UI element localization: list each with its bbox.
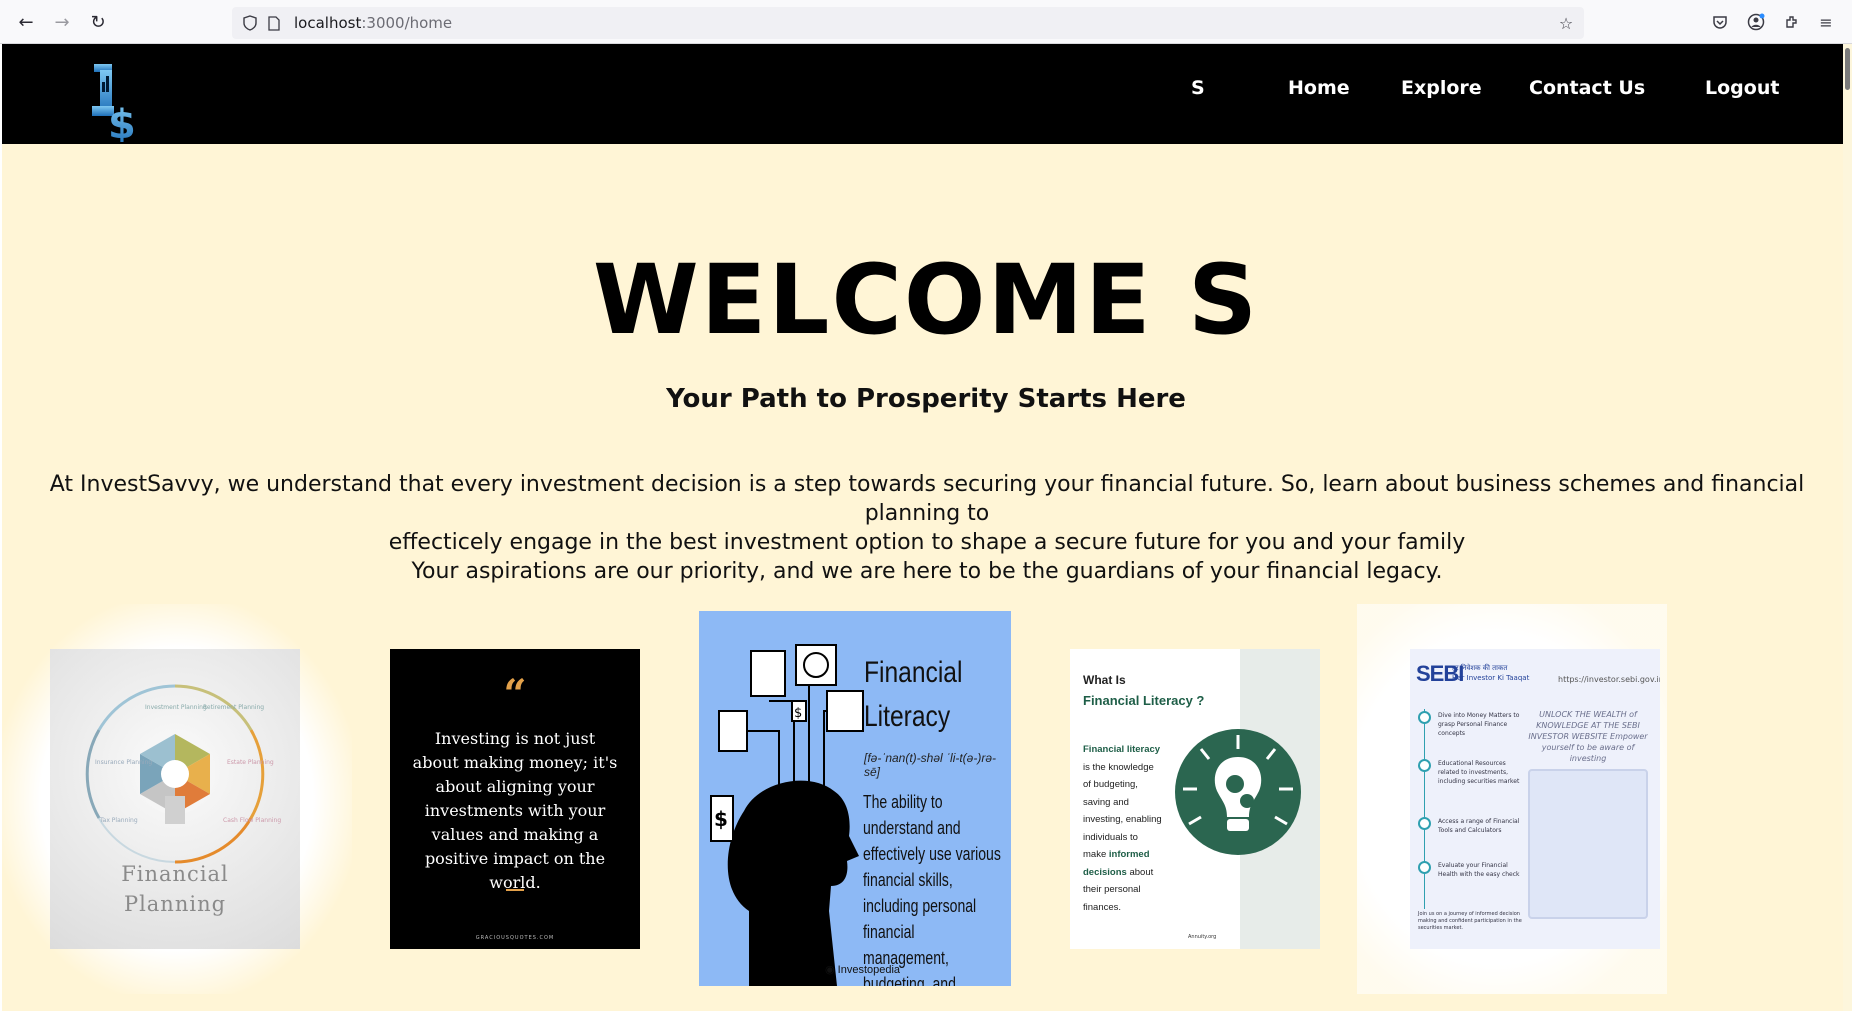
- definition: The ability to understand and effectivel…: [863, 792, 1001, 986]
- what-is-financial-literacy-image[interactable]: What Is Financial Literacy ? Financial l…: [1070, 649, 1320, 949]
- card4-body: Financial literacy is the knowledge of b…: [1083, 744, 1162, 913]
- sebi-step: Educational Resources related to investm…: [1438, 760, 1520, 785]
- svg-text:$: $: [714, 807, 728, 831]
- bookmark-star-icon[interactable]: ☆: [1556, 13, 1576, 33]
- segment-label: Tax Planning: [99, 817, 138, 824]
- main-content: WELCOME S Your Path to Prosperity Starts…: [2, 144, 1843, 1011]
- forward-arrow-icon[interactable]: →: [50, 10, 74, 34]
- nav-home[interactable]: Home: [1288, 77, 1350, 99]
- back-arrow-icon[interactable]: ←: [14, 10, 38, 34]
- nav-explore[interactable]: Explore: [1401, 77, 1482, 99]
- intro-line: Your aspirations are our priority, and w…: [411, 559, 1443, 584]
- card4-question: What Is: [1083, 673, 1126, 687]
- card1-title: Planning: [124, 892, 226, 916]
- quote-source: GRACIOUSQUOTES.COM: [475, 935, 555, 941]
- shield-icon[interactable]: [240, 13, 260, 33]
- intro-line: At InvestSavvy, we understand that every…: [49, 472, 1805, 526]
- investing-quote-image[interactable]: “ Investing is not just about making mon…: [390, 649, 640, 949]
- sebi-step: Evaluate your Financial Health with the …: [1438, 862, 1520, 878]
- financial-planning-image[interactable]: Investment Planning Retirement Planning …: [50, 649, 300, 949]
- browser-toolbar: ← → ↻ localhost:3000/home ☆ ≡: [0, 0, 1852, 44]
- pronunciation: [fə-ˈnan(t)-shəl ˈli-t(ə-)rə-sē]: [864, 751, 997, 779]
- extensions-icon[interactable]: [1782, 12, 1802, 32]
- url-bar[interactable]: localhost:3000/home ☆: [232, 7, 1584, 39]
- sebi-step: Dive into Money Matters to grasp Persona…: [1438, 712, 1520, 737]
- scrollbar-thumb[interactable]: [1845, 48, 1850, 90]
- timeline-dot: [1418, 711, 1431, 724]
- card1-title: Financial: [121, 862, 229, 886]
- segment-label: Insurance Planning: [95, 759, 152, 766]
- timeline-dot: [1418, 759, 1431, 772]
- segment-label: Investment Planning: [145, 704, 207, 711]
- url-text[interactable]: localhost:3000/home: [294, 14, 452, 32]
- svg-text:$: $: [794, 706, 802, 721]
- sebi-url: https://investor.sebi.gov.in: [1558, 675, 1660, 684]
- quote-text: Investing is not just about making money…: [412, 729, 618, 892]
- nav-logout[interactable]: Logout: [1705, 77, 1779, 99]
- nav-contact-us[interactable]: Contact Us: [1529, 77, 1645, 99]
- segment-label: Retirement Planning: [203, 704, 264, 711]
- sebi-tagline: हर निवेशक की ताकत Har Investor Ki Taaqat: [1452, 664, 1530, 682]
- account-icon[interactable]: [1746, 12, 1766, 32]
- sebi-headline: UNLOCK THE WEALTH of KNOWLEDGE AT THE SE…: [1528, 710, 1648, 763]
- sebi-investor-image[interactable]: SEBI हर निवेशक की ताकत Har Investor Ki Ta…: [1410, 649, 1660, 949]
- reload-icon[interactable]: ↻: [86, 10, 110, 34]
- welcome-heading: WELCOME S: [592, 244, 1260, 356]
- lightbulb-circle: [1175, 729, 1301, 855]
- pocket-icon[interactable]: [1710, 12, 1730, 32]
- card3-title: Financial Literacy: [864, 656, 963, 733]
- card4-question: Financial Literacy ?: [1083, 693, 1205, 708]
- quote-divider: [506, 889, 524, 891]
- website-screenshot-illustration: [1528, 769, 1648, 919]
- annuity-brand: Annuity.org: [1188, 934, 1217, 940]
- timeline-dot: [1418, 861, 1431, 874]
- page-icon: [264, 13, 284, 33]
- financial-literacy-definition-image[interactable]: $ $ Financial Literacy [fə-ˈnan(t)-shəl …: [699, 611, 1011, 986]
- site-header: $ S Home Explore Contact Us Logout: [2, 44, 1843, 148]
- intro-paragraph: At InvestSavvy, we understand that every…: [22, 470, 1832, 586]
- intro-line: effecticely engage in the best investmen…: [388, 530, 1466, 555]
- sebi-footer: Join us on a journey of informed decisio…: [1418, 911, 1522, 931]
- quote-icon: “: [503, 671, 527, 718]
- image-gallery: Investment Planning Retirement Planning …: [2, 604, 1667, 994]
- segment-label: Cash Flow Planning: [223, 817, 281, 824]
- tagline: Your Path to Prosperity Starts Here: [666, 384, 1186, 414]
- timeline-dot: [1418, 817, 1431, 830]
- segment-label: Estate Planning: [227, 759, 274, 766]
- svg-text:$: $: [108, 102, 136, 142]
- nav-user-initial[interactable]: S: [1191, 77, 1205, 99]
- sebi-step: Access a range of Financial Tools and Ca…: [1438, 818, 1520, 834]
- page-scrollbar[interactable]: [1843, 44, 1852, 1011]
- menu-hamburger-icon[interactable]: ≡: [1816, 12, 1836, 32]
- timeline-line: [1424, 709, 1425, 909]
- investsavvy-logo[interactable]: $: [90, 62, 138, 148]
- investopedia-brand: ◉ Investopedia: [825, 964, 901, 976]
